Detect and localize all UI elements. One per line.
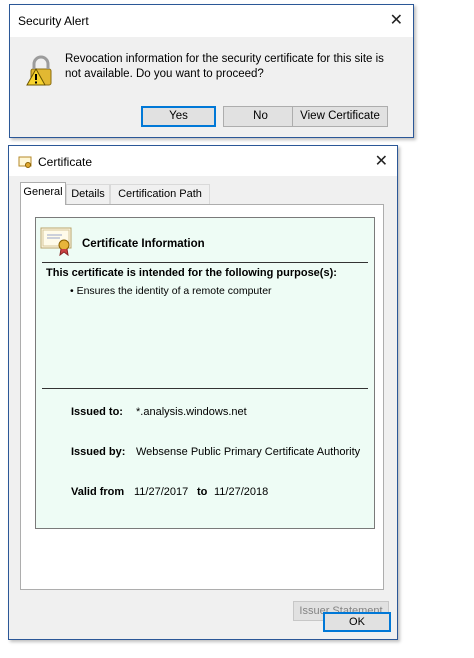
issued-to-label: Issued to: bbox=[71, 406, 123, 418]
yes-button[interactable]: Yes bbox=[141, 106, 216, 127]
ok-button[interactable]: OK bbox=[323, 612, 391, 632]
alert-message: Revocation information for the security … bbox=[65, 53, 384, 80]
issued-by-label: Issued by: bbox=[71, 446, 126, 458]
tab-certification-path[interactable]: Certification Path bbox=[110, 184, 210, 204]
issued-to-value: *.analysis.windows.net bbox=[136, 406, 247, 418]
title-bar: Security Alert ✕ bbox=[10, 5, 413, 37]
certificate-icon bbox=[40, 226, 74, 261]
issued-by-value: Websense Public Primary Certificate Auth… bbox=[136, 446, 361, 458]
security-alert-dialog: Security Alert ✕ Revocation information … bbox=[9, 4, 414, 138]
dialog-title: Certificate bbox=[38, 155, 93, 169]
close-icon[interactable]: ✕ bbox=[390, 13, 403, 29]
close-icon[interactable]: ✕ bbox=[375, 154, 388, 170]
no-button[interactable]: No bbox=[223, 106, 298, 127]
valid-from-value: 11/27/2017 bbox=[134, 486, 189, 498]
view-certificate-button[interactable]: View Certificate bbox=[292, 106, 388, 127]
title-bar: Certificate ✕ bbox=[9, 146, 397, 176]
valid-from-label: Valid from bbox=[71, 486, 125, 498]
valid-to-label: to bbox=[197, 486, 208, 498]
certificate-info-heading: Certificate Information bbox=[82, 238, 205, 250]
tab-details[interactable]: Details bbox=[66, 184, 110, 204]
certificate-dialog: Certificate ✕ General Details Certificat… bbox=[8, 145, 398, 640]
purpose-heading: This certificate is intended for the fol… bbox=[46, 267, 337, 279]
certificate-small-icon bbox=[18, 155, 32, 174]
general-tab-panel: Certificate Information This certificate… bbox=[20, 204, 389, 621]
divider bbox=[42, 262, 368, 263]
dialog-title: Security Alert bbox=[18, 14, 89, 28]
purpose-item: • Ensures the identity of a remote compu… bbox=[70, 285, 272, 297]
tab-general[interactable]: General bbox=[20, 182, 66, 205]
valid-to-value: 11/27/2018 bbox=[214, 486, 269, 498]
certificate-info-box: Certificate Information This certificate… bbox=[35, 217, 375, 529]
divider bbox=[42, 388, 368, 389]
warning-lock-icon bbox=[23, 55, 57, 94]
